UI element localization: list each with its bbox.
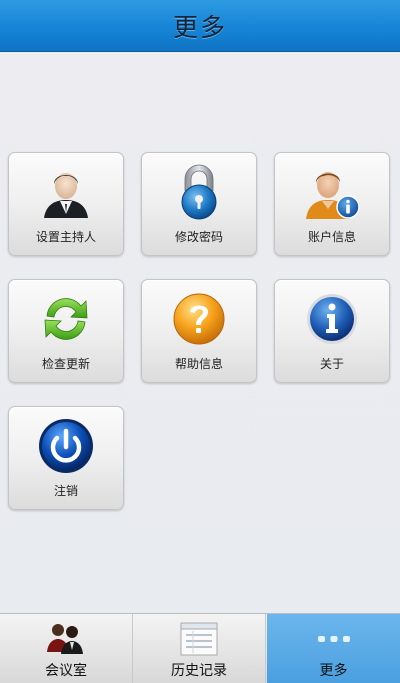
set-host-button[interactable]: 设置主持人 (8, 152, 124, 256)
tab-meeting-room[interactable]: 会议室 (0, 614, 133, 683)
menu-grid: 设置主持人 修改密码 账户信息 检查更新 帮助信息 关于 注销 (0, 53, 400, 613)
host-person-icon (36, 163, 96, 221)
refresh-icon (36, 290, 96, 348)
tab-more[interactable]: 更多 (267, 614, 400, 683)
tab-label: 历史记录 (171, 663, 227, 679)
question-icon (169, 290, 229, 348)
tile-label: 帮助信息 (174, 357, 223, 371)
tile-label: 修改密码 (174, 230, 223, 244)
tile-label: 设置主持人 (35, 230, 96, 244)
meeting-people-icon (44, 620, 88, 658)
help-info-button[interactable]: 帮助信息 (141, 279, 257, 383)
history-list-icon (177, 620, 221, 658)
tab-label: 更多 (319, 663, 348, 679)
check-update-button[interactable]: 检查更新 (8, 279, 124, 383)
account-info-icon (302, 163, 362, 221)
tile-label: 注销 (53, 484, 78, 498)
more-dots-icon (312, 620, 356, 658)
account-info-button[interactable]: 账户信息 (274, 152, 390, 256)
tile-label: 账户信息 (307, 230, 356, 244)
tab-label: 会议室 (45, 663, 87, 679)
tile-label: 检查更新 (41, 357, 90, 371)
about-button[interactable]: 关于 (274, 279, 390, 383)
page-title: 更多 (172, 12, 227, 42)
app-screen: 更多 设置主持人 修改密码 账户信息 检查更新 帮助信息 关于 注销 会议室 历… (0, 0, 400, 683)
power-icon (36, 417, 96, 475)
bottom-tab-bar: 会议室 历史记录 更多 (0, 613, 400, 683)
title-bar: 更多 (0, 0, 400, 52)
logout-button[interactable]: 注销 (8, 406, 124, 510)
change-password-button[interactable]: 修改密码 (141, 152, 257, 256)
info-icon (302, 290, 362, 348)
tile-label: 关于 (319, 357, 344, 371)
padlock-icon (169, 163, 229, 221)
tab-history[interactable]: 历史记录 (133, 614, 266, 683)
